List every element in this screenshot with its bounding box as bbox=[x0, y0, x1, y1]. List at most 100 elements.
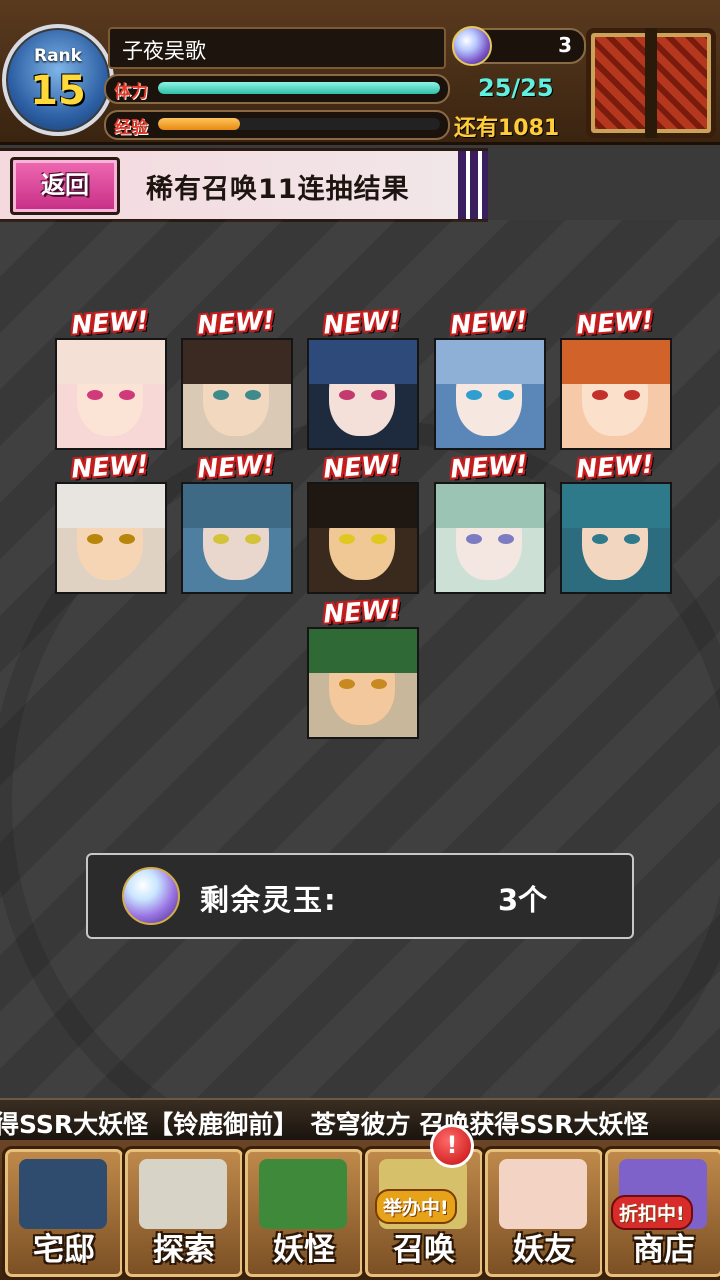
new-badge: NEW! bbox=[196, 449, 276, 484]
character-eye bbox=[498, 390, 514, 400]
nav-item-icon bbox=[259, 1159, 347, 1229]
character-eye bbox=[498, 534, 514, 544]
character-hair bbox=[309, 484, 417, 528]
character-eye bbox=[339, 679, 355, 689]
character-card[interactable] bbox=[307, 482, 419, 594]
character-card[interactable] bbox=[307, 627, 419, 739]
character-hair bbox=[562, 484, 670, 528]
character-hair bbox=[309, 629, 417, 673]
new-badge: NEW! bbox=[449, 449, 529, 484]
new-badge: NEW! bbox=[322, 594, 402, 629]
player-name-box: 子夜吴歌 bbox=[108, 27, 446, 69]
new-badge: NEW! bbox=[322, 449, 402, 484]
nav-item-5[interactable]: 折扣中! 商店 bbox=[602, 1146, 720, 1280]
rank-badge[interactable]: Rank 15 bbox=[2, 24, 114, 136]
character-eye bbox=[213, 390, 229, 400]
nav-item-icon bbox=[499, 1159, 587, 1229]
character-card[interactable] bbox=[434, 482, 546, 594]
alert-icon: ! bbox=[430, 1124, 474, 1168]
nav-item-icon bbox=[139, 1159, 227, 1229]
character-eye bbox=[87, 390, 103, 400]
exp-fill bbox=[158, 118, 240, 130]
character-hair bbox=[562, 340, 670, 384]
stamina-fill bbox=[158, 82, 440, 94]
character-eye bbox=[119, 390, 135, 400]
character-card[interactable] bbox=[560, 338, 672, 450]
character-eye bbox=[466, 534, 482, 544]
bottom-nav: 宅邸 探索 妖怪 举办中! 召唤 妖友 折扣中! 商店 bbox=[0, 1140, 720, 1280]
character-hair bbox=[309, 340, 417, 384]
character-eye bbox=[339, 534, 355, 544]
character-hair bbox=[436, 484, 544, 528]
nav-item-label: 商店 bbox=[633, 1232, 695, 1268]
character-hair bbox=[57, 484, 165, 528]
exp-label: 经验 bbox=[114, 118, 148, 138]
remaining-orbs-panel: 剩余灵玉: 3个 bbox=[86, 853, 634, 939]
remaining-value: 3个 bbox=[498, 883, 548, 917]
character-card[interactable] bbox=[55, 338, 167, 450]
character-eye bbox=[592, 534, 608, 544]
character-eye bbox=[245, 390, 261, 400]
character-eye bbox=[624, 390, 640, 400]
stamina-value: 25/25 bbox=[478, 74, 554, 102]
character-card[interactable] bbox=[434, 338, 546, 450]
nav-item-0[interactable]: 宅邸 bbox=[2, 1146, 126, 1280]
character-hair bbox=[57, 340, 165, 384]
character-eye bbox=[87, 534, 103, 544]
character-card[interactable] bbox=[307, 338, 419, 450]
character-hair bbox=[183, 340, 291, 384]
new-badge: NEW! bbox=[196, 305, 276, 340]
character-eye bbox=[245, 534, 261, 544]
character-eye bbox=[371, 534, 387, 544]
character-card[interactable] bbox=[560, 482, 672, 594]
orb-count: 3 bbox=[558, 33, 572, 57]
news-ticker: 得SSR大妖怪【铃鹿御前】 苍穹彼方 召唤获得SSR大妖怪 bbox=[0, 1098, 720, 1140]
rank-value: 15 bbox=[30, 68, 86, 114]
gift-box-icon[interactable] bbox=[586, 28, 716, 138]
new-badge: NEW! bbox=[575, 449, 655, 484]
character-hair bbox=[183, 484, 291, 528]
character-eye bbox=[624, 534, 640, 544]
back-button[interactable]: 返回 bbox=[10, 157, 120, 215]
nav-item-label: 探索 bbox=[153, 1232, 215, 1268]
spirit-orb-icon bbox=[122, 867, 180, 925]
status-header: Rank 15 子夜吴歌 体力 经验 3 25/25 还有1081 bbox=[0, 0, 720, 145]
new-badge: NEW! bbox=[70, 305, 150, 340]
character-eye bbox=[592, 390, 608, 400]
exp-remaining: 还有1081 bbox=[454, 116, 560, 141]
new-badge: NEW! bbox=[575, 305, 655, 340]
new-badge: NEW! bbox=[70, 449, 150, 484]
ticker-text: 得SSR大妖怪【铃鹿御前】 苍穹彼方 召唤获得SSR大妖怪 bbox=[0, 1110, 649, 1139]
nav-item-2[interactable]: 妖怪 bbox=[242, 1146, 366, 1280]
character-hair bbox=[436, 340, 544, 384]
character-eye bbox=[466, 390, 482, 400]
player-name: 子夜吴歌 bbox=[122, 39, 206, 63]
character-eye bbox=[119, 534, 135, 544]
nav-item-3[interactable]: 举办中! 召唤 bbox=[362, 1146, 486, 1280]
new-badge: NEW! bbox=[322, 305, 402, 340]
nav-status-badge: 举办中! bbox=[375, 1189, 457, 1224]
nav-item-label: 宅邸 bbox=[33, 1232, 95, 1268]
new-badge: NEW! bbox=[449, 305, 529, 340]
nav-item-1[interactable]: 探索 bbox=[122, 1146, 246, 1280]
exp-bar: 经验 bbox=[104, 110, 450, 140]
page-title: 稀有召唤11连抽结果 bbox=[146, 174, 410, 205]
title-bar: 返回 稀有召唤11连抽结果 bbox=[0, 148, 488, 222]
character-card[interactable] bbox=[181, 338, 293, 450]
nav-item-label: 召唤 bbox=[393, 1232, 455, 1268]
remaining-label: 剩余灵玉: bbox=[200, 883, 338, 917]
stamina-bar: 体力 bbox=[104, 74, 450, 104]
spirit-orb-icon bbox=[452, 26, 492, 66]
character-eye bbox=[339, 390, 355, 400]
rank-label: Rank bbox=[34, 46, 82, 66]
nav-item-label: 妖怪 bbox=[273, 1232, 335, 1268]
nav-item-4[interactable]: 妖友 bbox=[482, 1146, 606, 1280]
character-eye bbox=[213, 534, 229, 544]
character-card[interactable] bbox=[55, 482, 167, 594]
stamina-label: 体力 bbox=[114, 82, 148, 102]
character-card[interactable] bbox=[181, 482, 293, 594]
nav-item-icon bbox=[19, 1159, 107, 1229]
nav-item-label: 妖友 bbox=[513, 1232, 575, 1268]
orb-counter[interactable]: 3 bbox=[452, 26, 586, 66]
character-eye bbox=[371, 390, 387, 400]
